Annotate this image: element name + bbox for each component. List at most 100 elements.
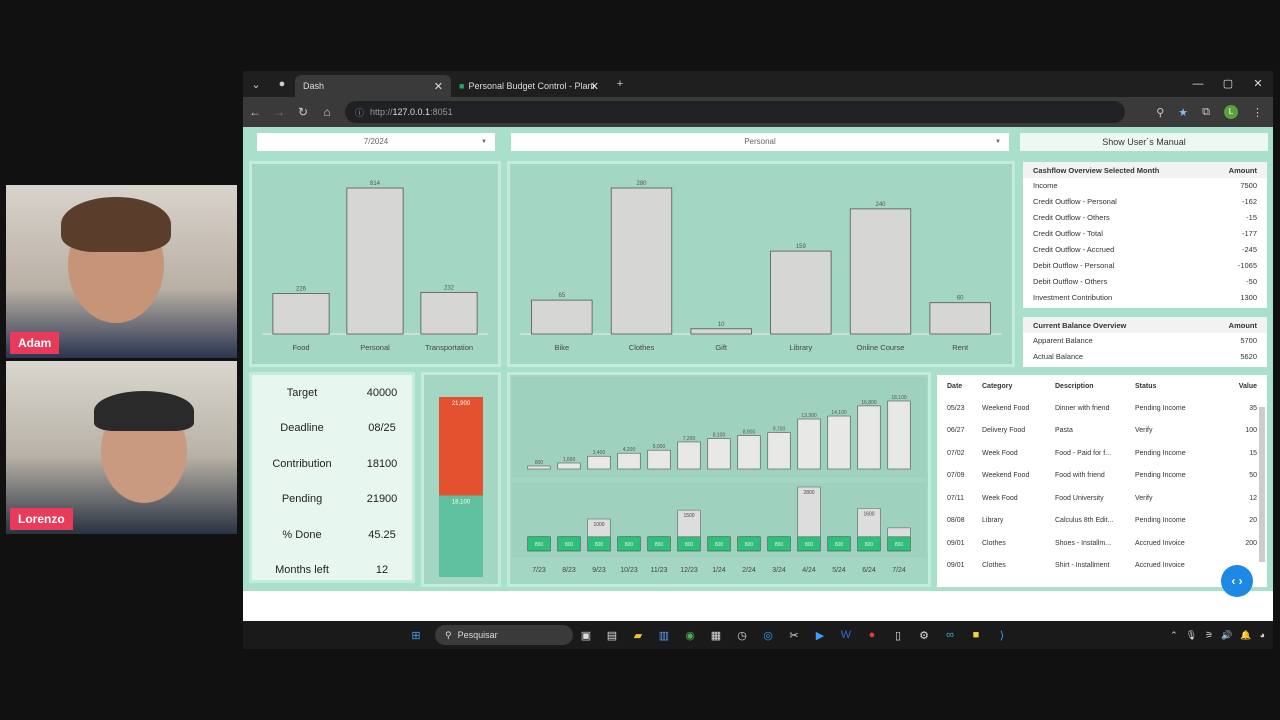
close-window-icon[interactable]: ✕ xyxy=(1243,71,1273,97)
tick-label: 4/24 xyxy=(802,567,816,574)
user-manual-button[interactable]: Show User´s Manual xyxy=(1020,133,1268,151)
url-field[interactable]: ⓘ http://127.0.0.1:8051 xyxy=(345,101,1125,123)
data-label: 1000 xyxy=(593,522,604,528)
home-icon[interactable]: ⌂ xyxy=(315,105,339,119)
tab-search-icon[interactable]: ⌄ xyxy=(243,71,269,97)
tab-title: Personal Budget Control - Plani xyxy=(468,81,595,91)
chrome-icon[interactable]: ◉ xyxy=(677,629,703,642)
table-cell: Pending Income xyxy=(1135,517,1186,525)
table-row[interactable]: 08/08 Library Calculus 8th Edit... Pending … xyxy=(937,510,1267,533)
table-row[interactable]: 07/02 Week Food Food - Paid for f... Pendin… xyxy=(937,442,1267,465)
table-row[interactable]: 05/23 Weekend Food Dinner with friend Pendi… xyxy=(937,397,1267,420)
row-label: Credit Outflow - Personal xyxy=(1033,197,1117,206)
calculator-icon[interactable]: ▦ xyxy=(703,629,729,642)
category-dropdown[interactable]: Personal ▼ xyxy=(511,133,1009,151)
table-row[interactable]: 07/09 Weekend Food Food with friend Pending… xyxy=(937,465,1267,488)
table-cell: Shirt - Installment xyxy=(1055,562,1110,570)
column-header[interactable]: Description xyxy=(1055,383,1135,390)
snipping-icon[interactable]: ✂ xyxy=(781,629,807,642)
row-label: Debit Outflow - Others xyxy=(1033,277,1108,286)
back-icon[interactable]: ← xyxy=(243,105,267,119)
menu-icon[interactable]: ⋮ xyxy=(1252,106,1263,119)
zoom-icon[interactable]: ⚲ xyxy=(1156,106,1164,119)
windows-start-icon[interactable]: ⊞ xyxy=(403,629,429,642)
table-cell: 06/27 xyxy=(947,427,965,435)
taskbar-search[interactable]: ⚲ Pesquisar xyxy=(435,625,573,645)
cashflow-row: Income 7500 xyxy=(1023,178,1267,194)
data-label: 2800 xyxy=(803,490,814,496)
document-icon[interactable]: ▯ xyxy=(885,629,911,642)
data-label: 8,900 xyxy=(743,430,756,436)
table-cell: 07/11 xyxy=(947,494,964,502)
new-tab-icon[interactable]: + xyxy=(607,71,633,97)
vscode-icon[interactable]: ⟩ xyxy=(989,629,1015,642)
bookmark-star-icon[interactable]: ★ xyxy=(1178,106,1188,119)
github-icon[interactable]: ● xyxy=(269,71,295,97)
table-cell: Week Food xyxy=(982,494,1018,502)
network-icon[interactable]: ⚞ xyxy=(1205,630,1213,641)
tick-label: 7/24 xyxy=(892,567,906,574)
app-icon[interactable]: ● xyxy=(859,629,885,641)
month-dropdown[interactable]: 7/2024 ▼ xyxy=(257,133,495,151)
chevron-up-icon[interactable]: ⌃ xyxy=(1170,630,1178,641)
balance-row: Actual Balance 5620 xyxy=(1023,349,1267,365)
color-wheel-icon[interactable]: ◕ xyxy=(1260,630,1265,641)
sticky-notes-icon[interactable]: ■ xyxy=(963,629,989,641)
extensions-icon[interactable]: ⧉ xyxy=(1202,106,1210,119)
url-host: 127.0.0.1 xyxy=(392,107,431,117)
clock-icon[interactable]: ◷ xyxy=(729,629,755,642)
tab-bar: ⌄ ● Dash ✕ ■ Personal Budget Control - Pla… xyxy=(243,71,1273,97)
file-explorer-icon[interactable]: ▰ xyxy=(625,629,651,642)
data-label: 814 xyxy=(370,181,381,187)
task-view-icon[interactable]: ▣ xyxy=(573,629,599,642)
tab-dash[interactable]: Dash ✕ xyxy=(295,75,451,97)
edge-icon[interactable]: ◎ xyxy=(755,629,781,642)
table-row[interactable]: 07/11 Week Food Food University Verify 12 xyxy=(937,487,1267,510)
table-cell: 09/01 xyxy=(947,539,965,547)
cashflow-row: Debit Outflow - Others -50 xyxy=(1023,274,1267,290)
data-label: 16,800 xyxy=(861,400,877,406)
media-icon[interactable]: ▶ xyxy=(807,629,833,642)
bar xyxy=(857,405,881,470)
terminal-icon[interactable]: ▤ xyxy=(599,629,625,642)
cashflow-row: Debit Outflow - Personal -1065 xyxy=(1023,258,1267,274)
profile-avatar[interactable]: L xyxy=(1224,105,1238,119)
scrollbar[interactable] xyxy=(1259,407,1265,562)
data-label: 3,400 xyxy=(593,450,606,456)
column-header[interactable]: Value xyxy=(1227,383,1257,390)
word-icon[interactable]: W xyxy=(833,629,859,641)
notification-icon[interactable]: 🔔 xyxy=(1240,630,1251,641)
close-tab-icon[interactable]: ✕ xyxy=(434,80,443,93)
table-row[interactable]: 09/01 Clothes Shoes - Installm... Accrued I… xyxy=(937,532,1267,555)
notepad-icon[interactable]: ▥ xyxy=(651,629,677,642)
transactions-table: Date Category Description Status Value 05/23… xyxy=(937,375,1267,587)
settings-icon[interactable]: ⚙ xyxy=(911,629,937,642)
column-header[interactable]: Date xyxy=(937,383,982,390)
forward-icon[interactable]: → xyxy=(267,105,291,119)
table-row[interactable]: 09/01 Clothes Shirt - Installment Accrued I… xyxy=(937,555,1267,578)
bar xyxy=(557,462,581,470)
close-tab-icon[interactable]: ✕ xyxy=(590,80,599,93)
row-amount: 5620 xyxy=(1240,352,1257,361)
code-toggle-button[interactable]: ‹ › xyxy=(1221,565,1253,597)
data-label: 1500 xyxy=(683,513,694,519)
table-cell: 12 xyxy=(1249,494,1257,502)
volume-icon[interactable]: 🔊 xyxy=(1221,630,1232,641)
microphone-icon[interactable]: 🎙 xyxy=(1186,630,1197,641)
table-row[interactable]: 06/27 Delivery Food Pasta Verify 100 xyxy=(937,420,1267,443)
bar xyxy=(690,328,752,335)
column-header[interactable]: Status xyxy=(1135,383,1227,390)
bar xyxy=(610,187,673,335)
reload-icon[interactable]: ↻ xyxy=(291,105,315,119)
row-amount: -245 xyxy=(1241,245,1257,254)
tab-budget-sheet[interactable]: ■ Personal Budget Control - Plani ✕ xyxy=(451,75,607,97)
tick-label: Gift xyxy=(715,343,728,352)
tick-label: 6/24 xyxy=(862,567,876,574)
minimize-icon[interactable]: — xyxy=(1183,71,1213,97)
site-info-icon[interactable]: ⓘ xyxy=(355,106,364,119)
maximize-icon[interactable]: ▢ xyxy=(1213,71,1243,97)
arduino-icon[interactable]: ∞ xyxy=(937,629,963,641)
column-header[interactable]: Category xyxy=(982,383,1055,390)
tick-label: Food xyxy=(292,343,309,352)
bar xyxy=(527,465,551,470)
